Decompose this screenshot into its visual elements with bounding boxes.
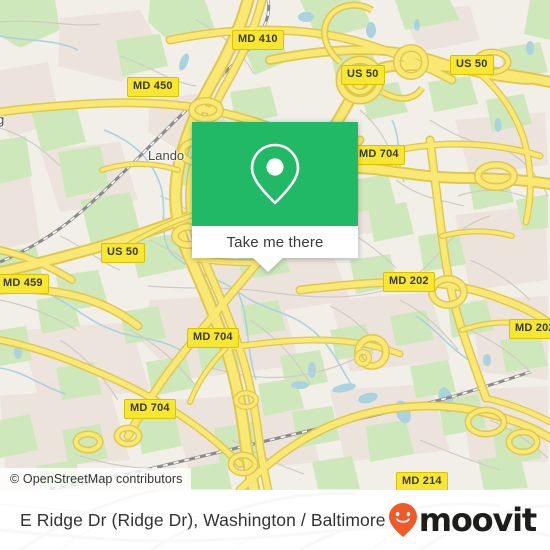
- map-attribution[interactable]: © OpenStreetMap contributors: [0, 468, 191, 490]
- shield-md-410[interactable]: MD 410: [232, 30, 284, 50]
- shield-md-704-lower[interactable]: MD 704: [124, 399, 176, 419]
- callout-label-area[interactable]: Take me there: [192, 226, 358, 258]
- moovit-smiley-pin-icon: [388, 503, 417, 537]
- callout-tail: [253, 258, 283, 272]
- shield-md-450[interactable]: MD 450: [127, 77, 179, 97]
- shield-us-50-north[interactable]: US 50: [341, 65, 385, 85]
- moovit-wordmark: moovit: [418, 501, 537, 539]
- shield-md-704-mid[interactable]: MD 704: [187, 328, 239, 348]
- callout-icon-area: [192, 122, 358, 226]
- location-title: E Ridge Dr (Ridge Dr), Washington / Balt…: [20, 509, 386, 530]
- map-viewport[interactable]: Lando g MD 410 MD 450 US 50 US 50 MD 704…: [0, 0, 550, 490]
- place-label-edge: g: [0, 112, 5, 127]
- take-me-there-callout[interactable]: Take me there: [192, 122, 358, 272]
- footer-bar: E Ridge Dr (Ridge Dr), Washington / Balt…: [0, 490, 550, 550]
- shield-us-50-northeast[interactable]: US 50: [450, 55, 494, 75]
- shield-md-202-east[interactable]: MD 202: [509, 319, 550, 339]
- map-pin-icon: [250, 143, 300, 205]
- shield-md-214[interactable]: MD 214: [396, 472, 448, 490]
- shield-md-459[interactable]: MD 459: [0, 274, 49, 294]
- shield-md-704-north[interactable]: MD 704: [353, 145, 405, 165]
- place-label-landover: Lando: [148, 148, 185, 163]
- moovit-map-screenshot: Lando g MD 410 MD 450 US 50 US 50 MD 704…: [0, 0, 550, 550]
- shield-us-50-west[interactable]: US 50: [101, 243, 145, 263]
- callout-label: Take me there: [226, 233, 324, 251]
- moovit-logo[interactable]: moovit: [388, 501, 537, 539]
- footer-content: E Ridge Dr (Ridge Dr), Washington / Balt…: [0, 490, 550, 550]
- shield-md-202-mid[interactable]: MD 202: [383, 272, 435, 292]
